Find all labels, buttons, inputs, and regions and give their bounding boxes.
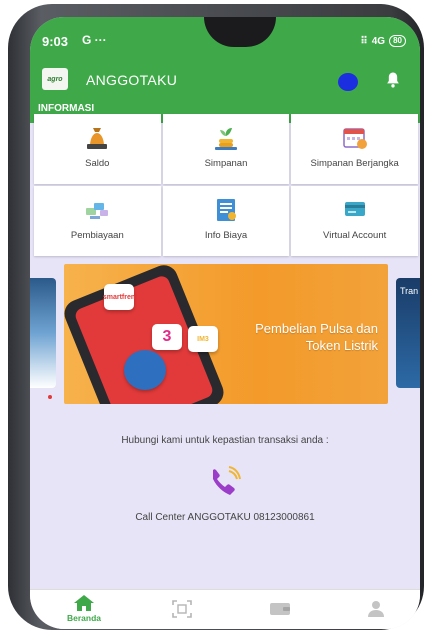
nav-home-label: Beranda — [66, 613, 101, 623]
status-indicators: ⠿ 4G 80 — [360, 35, 406, 47]
menu-item-simpanan[interactable]: Simpanan — [162, 114, 290, 184]
home-icon — [74, 595, 94, 611]
menu-label: Saldo — [85, 158, 110, 169]
logo-text: agro — [47, 75, 63, 83]
call-center-text: Call Center ANGGOTAKU 08123000861 — [135, 512, 315, 523]
carousel-indicator — [48, 395, 52, 399]
im3-tile: IM3 — [188, 326, 218, 352]
money-bag-icon — [87, 128, 108, 149]
battery-level: 80 — [393, 36, 402, 45]
menu-label: Simpanan — [204, 158, 248, 169]
profile-dot[interactable] — [338, 73, 358, 91]
notification-bell-icon[interactable] — [383, 70, 403, 90]
menu-item-saldo[interactable]: Saldo — [34, 114, 161, 184]
nav-profile[interactable] — [346, 600, 406, 618]
card-icon — [344, 202, 365, 216]
smartfren-tile: smartfren — [102, 284, 136, 310]
battery-icon: 80 — [389, 35, 406, 47]
section-label: INFORMASI — [38, 103, 95, 114]
network-type: 4G — [371, 35, 386, 47]
app-title: ANGGOTAKU — [86, 72, 178, 88]
phone-call-icon[interactable] — [205, 465, 245, 501]
menu-item-pembiayaan[interactable]: Pembiayaan — [34, 186, 161, 256]
signal-icon: ⠿ — [360, 35, 368, 47]
wallet-icon — [270, 603, 290, 615]
status-time: 9:03 — [42, 34, 69, 49]
tile-label: smartfren — [102, 293, 136, 301]
app-bar: agro ANGGOTAKU — [30, 59, 420, 101]
bottom-navigation: Beranda — [30, 589, 420, 629]
promo-banner[interactable]: smartfren 3 IM3 Pembelian Pulsa dan Toke… — [64, 264, 388, 404]
app-logo: agro — [42, 68, 68, 90]
phone-frame: 9:03 G ··· ⠿ 4G 80 agro ANGGOTAKU INFORM… — [8, 4, 424, 630]
next-slide-text: Tran — [400, 286, 419, 296]
google-icon: G ··· — [82, 33, 107, 47]
nav-wallet[interactable] — [250, 600, 310, 616]
menu-label: Info Biaya — [204, 230, 248, 241]
nav-home[interactable]: Beranda — [54, 594, 114, 623]
brand-badge-icon — [124, 350, 166, 390]
calendar-icon — [342, 128, 367, 149]
profile-icon — [368, 601, 384, 617]
three-tile: 3 — [152, 324, 182, 350]
nav-scan[interactable] — [152, 600, 212, 618]
qr-scan-icon — [172, 600, 192, 618]
loan-icon — [86, 203, 109, 219]
tile-label: 3 — [162, 328, 172, 345]
previous-slide[interactable] — [30, 278, 56, 388]
menu-label: Pembiayaan — [70, 230, 124, 241]
tile-label: IM3 — [197, 335, 209, 343]
menu-item-info-biaya[interactable]: Info Biaya — [162, 186, 290, 256]
banner-title-line1: Pembelian Pulsa dan — [255, 321, 378, 336]
menu-label: Simpanan Berjangka — [310, 158, 399, 169]
banner-title: Pembelian Pulsa dan Token Listrik — [255, 320, 378, 354]
document-icon — [216, 199, 236, 221]
menu-item-simpanan-berjangka[interactable]: Simpanan Berjangka — [291, 114, 418, 184]
screen: 9:03 G ··· ⠿ 4G 80 agro ANGGOTAKU INFORM… — [30, 17, 420, 629]
banner-title-line2: Token Listrik — [305, 338, 378, 353]
plant-coins-icon — [214, 128, 237, 150]
contact-prompt: Hubungi kami untuk kepastian transaksi a… — [121, 435, 329, 446]
promo-carousel[interactable]: smartfren 3 IM3 Pembelian Pulsa dan Toke… — [30, 264, 420, 409]
next-slide[interactable]: Tran — [396, 278, 420, 388]
menu-label: Virtual Account — [323, 230, 387, 241]
menu-grid: Saldo Simpanan Simpanan Berjangka Pembia… — [34, 114, 418, 256]
menu-item-virtual-account[interactable]: Virtual Account — [291, 186, 418, 256]
